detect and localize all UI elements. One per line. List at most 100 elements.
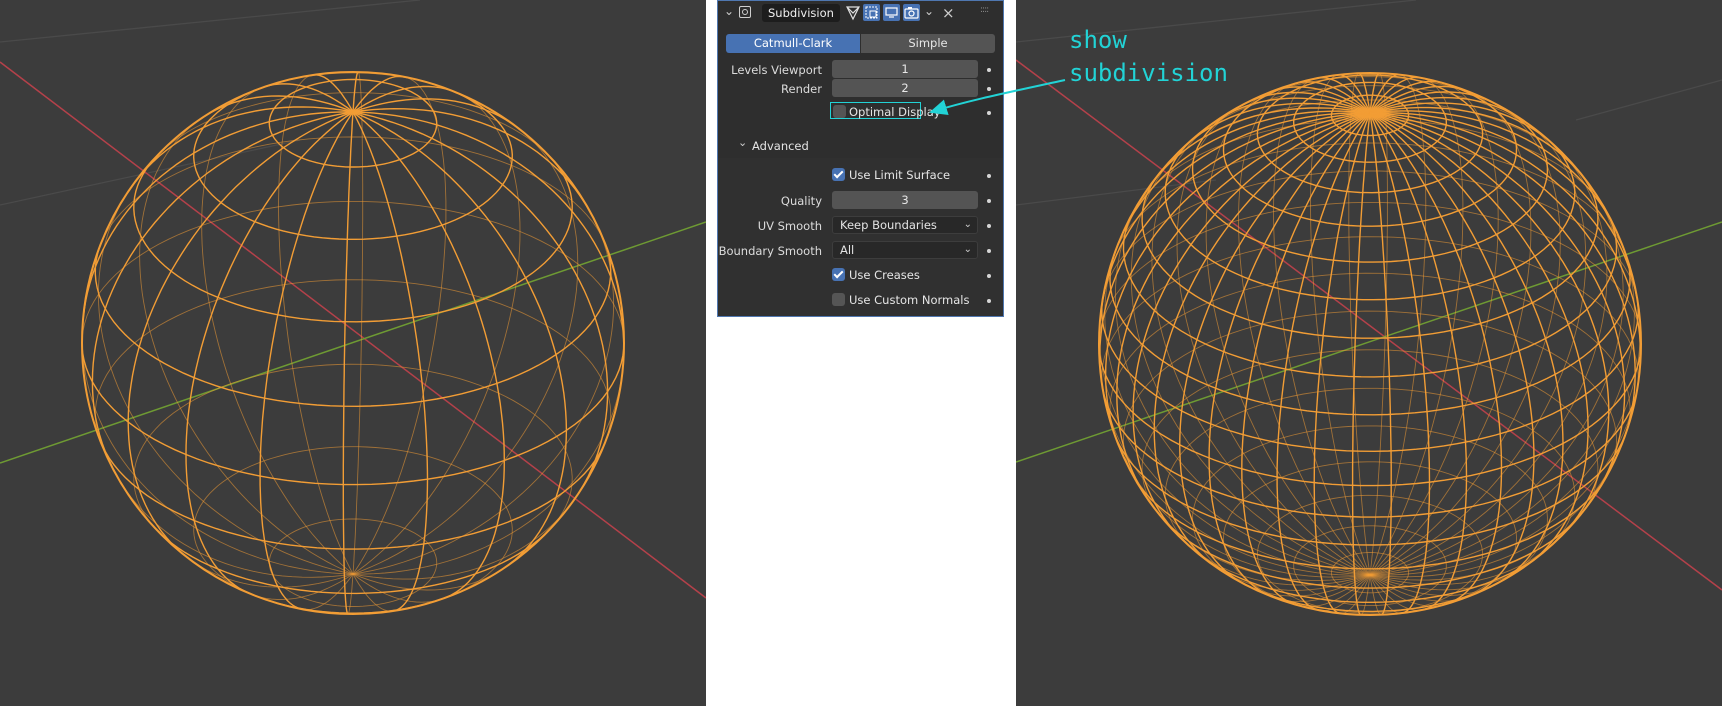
wire-edge [1351, 112, 1371, 616]
wire-edge [1099, 307, 1371, 576]
keyframe-dot-icon[interactable] [987, 174, 991, 178]
collapse-chevron-icon[interactable]: ⌄ [724, 4, 734, 18]
wire-edge [94, 279, 612, 448]
advanced-chevron-icon: ⌄ [738, 136, 748, 149]
drag-handle-icon[interactable]: :::: [980, 5, 989, 15]
keyframe-dot-icon[interactable] [987, 249, 991, 253]
boundary-smooth-value: All [840, 243, 855, 257]
tab-simple[interactable]: Simple [861, 34, 995, 53]
use-custom-normals-row: Use Custom Normals [718, 290, 1003, 312]
wire-sphere-high [1098, 72, 1642, 616]
wire-edge [82, 111, 354, 320]
wire-edge [278, 74, 354, 575]
wire-edge [352, 76, 447, 575]
wire-edge [1153, 112, 1371, 565]
keyframe-dot-icon[interactable] [987, 274, 991, 278]
boundary-smooth-dropdown[interactable]: All ⌄ [832, 241, 978, 259]
optimal-display-label: Optimal Display [849, 105, 941, 119]
viewport-display-icon[interactable] [883, 4, 900, 21]
wire-edge [153, 526, 546, 595]
render-levels-row: Render 2 [718, 78, 1003, 100]
wire-edge [1176, 103, 1371, 576]
viewport-left-canvas [0, 0, 706, 615]
viewport-right-canvas [1016, 0, 1722, 616]
optimal-display-row: Optimal Display [718, 102, 1003, 125]
dropdown-chevron-icon[interactable]: ⌄ [924, 4, 934, 18]
keyframe-dot-icon[interactable] [987, 199, 991, 203]
wire-edge [1104, 236, 1371, 576]
modifier-type-icon [739, 6, 751, 18]
quality-field[interactable]: 3 [832, 191, 978, 209]
modifier-header: ⌄ Subdivision ⌄ × :::: [718, 1, 1003, 27]
keyframe-dot-icon[interactable] [987, 68, 991, 72]
wire-edge [1369, 72, 1388, 576]
close-icon[interactable]: × [942, 4, 955, 22]
quality-label: Quality [780, 194, 822, 208]
wire-edge [1098, 338, 1626, 487]
use-limit-surface-checkbox[interactable] [832, 168, 845, 181]
annotation-line-2: subdivision [1069, 59, 1228, 87]
optimal-display-checkbox[interactable] [833, 105, 846, 118]
render-levels-label: Render [781, 82, 822, 96]
wire-edge [102, 136, 608, 249]
modifier-name-field[interactable]: Subdivision [762, 4, 840, 22]
viewport-left[interactable] [0, 0, 706, 706]
wire-edge [352, 90, 521, 575]
edit-mode-icon[interactable] [845, 5, 861, 21]
wire-edge [1369, 112, 1503, 605]
keyframe-dot-icon[interactable] [987, 224, 991, 228]
use-custom-normals-label: Use Custom Normals [849, 293, 970, 307]
wire-edge [342, 111, 354, 615]
wire-edge [352, 573, 447, 603]
wire-edge [161, 92, 553, 160]
wire-edge [81, 319, 354, 575]
x-axis-line [0, 61, 706, 599]
x-axis-line [1016, 59, 1722, 591]
tab-catmull-clark-label: Catmull-Clark [753, 36, 833, 50]
wire-edge [1369, 296, 1641, 576]
wire-edge [1178, 112, 1371, 583]
render-camera-icon[interactable] [903, 4, 920, 21]
boundary-smooth-row: Boundary Smooth All ⌄ [718, 240, 1003, 262]
tab-catmull-clark[interactable]: Catmull-Clark [726, 34, 860, 53]
chevron-down-icon: ⌄ [963, 244, 972, 255]
tab-simple-label: Simple [908, 36, 948, 50]
quality-row: Quality 3 [718, 190, 1003, 212]
use-creases-checkbox[interactable] [832, 268, 845, 281]
uv-smooth-label: UV Smooth [757, 219, 822, 233]
wire-edge [434, 558, 503, 602]
subdivision-type-tabs: Catmull-Clark Simple [726, 34, 995, 53]
wire-edge [1101, 382, 1371, 576]
wire-edge [1369, 112, 1589, 564]
wire-edge [259, 111, 354, 610]
uv-smooth-row: UV Smooth Keep Boundaries ⌄ [718, 215, 1003, 237]
wire-edge [1369, 119, 1587, 576]
wire-edge [1310, 74, 1371, 576]
viewport-right[interactable] [1016, 0, 1722, 706]
wire-edge [1151, 120, 1371, 576]
use-creases-row: Use Creases [718, 265, 1003, 287]
use-limit-surface-label: Use Limit Surface [849, 168, 951, 182]
keyframe-dot-icon[interactable] [987, 111, 991, 115]
grid-lines [0, 0, 421, 206]
keyframe-dot-icon[interactable] [987, 299, 991, 303]
wire-edge [352, 111, 568, 569]
advanced-section-header[interactable]: ⌄ Advanced [718, 136, 1003, 156]
keyframe-dot-icon[interactable] [987, 87, 991, 91]
wire-edge [352, 111, 609, 492]
render-levels-field[interactable]: 2 [832, 79, 978, 97]
levels-viewport-field[interactable]: 1 [832, 60, 978, 78]
wire-edge [352, 107, 591, 212]
wire-edge [352, 210, 615, 575]
uv-smooth-value: Keep Boundaries [840, 218, 937, 232]
use-custom-normals-checkbox[interactable] [832, 293, 845, 306]
wire-edge [139, 113, 354, 575]
wire-edge [352, 111, 429, 612]
wire-edge [1109, 272, 1631, 436]
advanced-section-label: Advanced [752, 139, 809, 153]
chevron-down-icon: ⌄ [963, 219, 972, 230]
uv-smooth-dropdown[interactable]: Keep Boundaries ⌄ [832, 216, 978, 234]
use-creases-label: Use Creases [849, 268, 920, 282]
on-cage-icon[interactable] [863, 4, 880, 21]
modifier-name: Subdivision [768, 6, 834, 20]
